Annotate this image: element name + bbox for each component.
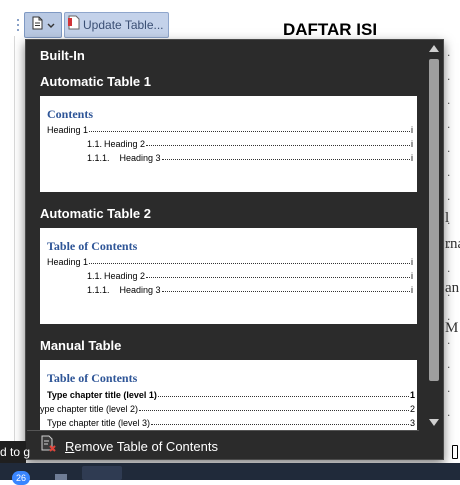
vertical-ruler (0, 36, 15, 446)
scroll-up-arrow-icon[interactable] (429, 45, 439, 52)
taskbar-app-button[interactable] (82, 466, 122, 480)
drag-handle[interactable] (15, 12, 21, 38)
toc-entry-level-1: Heading 1i (47, 257, 413, 267)
toc-entry-level-2: 1.1. Heading 2i (87, 139, 413, 149)
remove-table-of-contents-label: Remove Table of Contents (65, 438, 218, 454)
gallery-item-heading: Automatic Table 2 (40, 206, 152, 221)
document-icon (32, 16, 43, 35)
update-table-icon (68, 15, 80, 35)
toc-menu-button[interactable] (24, 12, 62, 38)
toc-entry-level-1: Type chapter title (level 1) 1 (47, 390, 415, 400)
toc-entry-level-2: ype chapter title (level 2) 2 (40, 404, 415, 414)
document-text-fragment: an (445, 280, 460, 296)
text-cursor-icon (452, 445, 458, 459)
gallery-item-heading: Manual Table (40, 338, 122, 353)
scroll-down-arrow-icon[interactable] (429, 419, 439, 426)
update-table-label: Update Table... (83, 18, 164, 32)
update-table-button[interactable]: Update Table... (64, 12, 169, 38)
toc-entry-level-3: 1.1.1. Heading 3i (87, 285, 413, 295)
section-heading-built-in: Built-In (40, 48, 85, 63)
manual-table-option[interactable]: Table of Contents Type chapter title (le… (40, 360, 417, 430)
status-text: d to g (0, 445, 31, 459)
gallery-scrollbar[interactable] (425, 40, 443, 431)
document-text-fragment: rna (445, 236, 460, 252)
scrollbar-thumb[interactable] (429, 59, 439, 381)
automatic-table-1-option[interactable]: Contents Heading 1i 1.1. Heading 2i 1.1.1… (40, 96, 417, 192)
table-of-contents-gallery: Built-In Automatic Table 1 Contents Head… (25, 39, 444, 460)
gallery-item-heading: Automatic Table 1 (40, 74, 152, 89)
notification-badge: 26 (12, 471, 30, 485)
taskbar (0, 463, 460, 480)
remove-toc-icon (40, 435, 58, 458)
remove-table-of-contents-item[interactable]: Remove Table of Contents (34, 433, 420, 459)
toc-entry-level-3: Type chapter title (level 3) 3 (47, 418, 415, 428)
taskbar-icon[interactable] (55, 474, 67, 480)
toc-content-control-tab: Update Table... (15, 12, 169, 38)
thumbnail-title: Table of Contents (47, 239, 138, 253)
document-text-fragment: l (445, 210, 450, 226)
thumbnail-title: Table of Contents (47, 371, 138, 385)
automatic-table-2-option[interactable]: Table of Contents Heading 1i 1.1. Heading… (40, 228, 417, 324)
chevron-down-icon (47, 16, 55, 34)
document-title: DAFTAR ISI (282, 20, 378, 39)
toc-entry-level-3: 1.1.1. Heading 3i (87, 153, 413, 163)
document-text-fragment: M . (445, 320, 460, 336)
toc-entry-level-2: 1.1. Heading 2i (87, 271, 413, 281)
menu-separator (27, 430, 419, 431)
thumbnail-title: Contents (47, 107, 94, 121)
toc-entry-level-1: Heading 1i (47, 125, 413, 135)
